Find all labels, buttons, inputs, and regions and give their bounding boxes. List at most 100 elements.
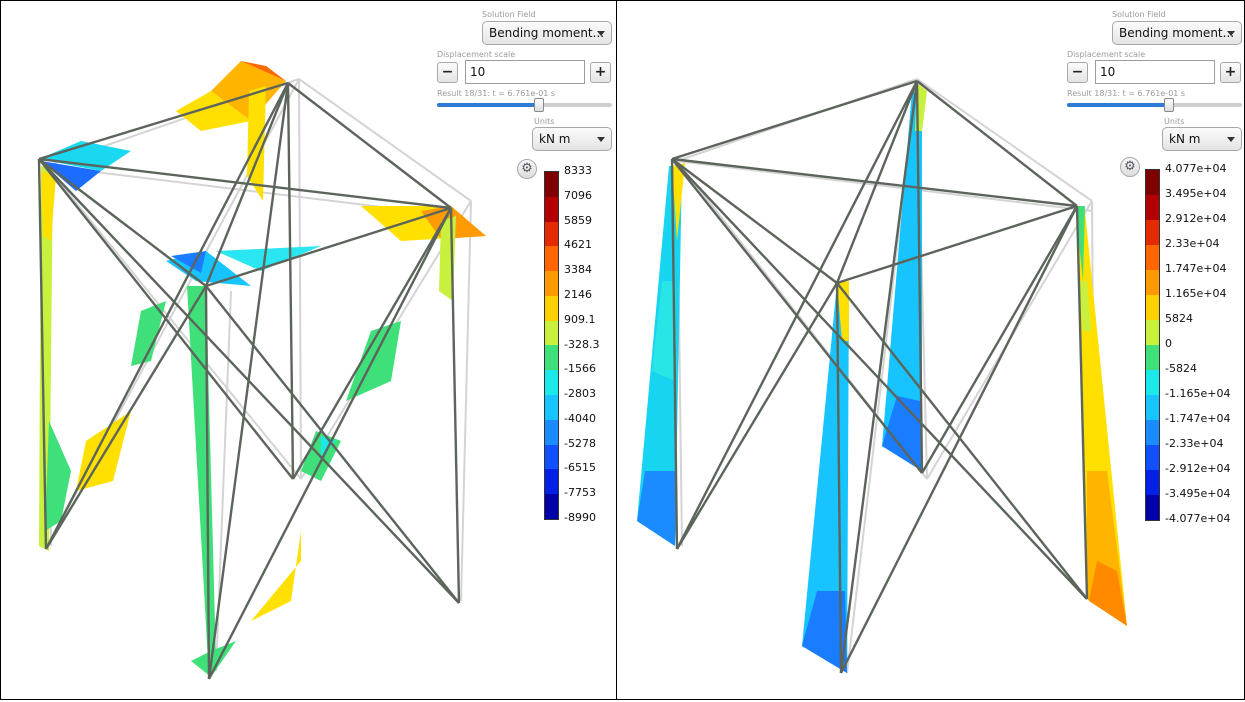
legend-swatch: [545, 196, 558, 222]
legend-swatch: [1146, 345, 1159, 370]
legend-swatch: [1146, 395, 1159, 420]
right-deformed-frame: [670, 79, 1089, 674]
solution-field-dropdown[interactable]: Bending moment...: [1112, 21, 1242, 45]
result-slider[interactable]: [1067, 98, 1242, 112]
legend-tick-label: 5824: [1165, 312, 1193, 325]
legend-tick-label: -1.165e+04: [1165, 387, 1231, 400]
legend-tick-label: -1566: [564, 362, 596, 376]
units-value: kN m: [539, 132, 571, 146]
legend-tick-label: 909.1: [564, 312, 596, 326]
legend-swatch: [1146, 220, 1159, 245]
result-slider-thumb[interactable]: [533, 98, 544, 112]
legend-tick-label: 1.747e+04: [1165, 262, 1227, 275]
result-slider[interactable]: [437, 98, 612, 112]
legend-swatch: [1146, 445, 1159, 470]
left-control-panel: Solution Field Bending moment... Displac…: [434, 7, 614, 537]
legend-tick-label: 0: [1165, 337, 1172, 350]
result-slider-fill: [437, 103, 539, 107]
decrease-scale-button[interactable]: −: [1067, 62, 1088, 83]
legend-swatch: [545, 221, 558, 247]
legend-tick-label: -4.077e+04: [1165, 512, 1231, 525]
displacement-scale-input[interactable]: 10: [465, 60, 585, 84]
displacement-scale-label: Displacement scale: [1067, 50, 1146, 59]
color-legend-bar: [544, 171, 559, 520]
legend-tick-label: -2803: [564, 387, 596, 401]
legend-tick-label: -6515: [564, 461, 596, 475]
legend-tick-label: 2.33e+04: [1165, 237, 1220, 250]
legend-swatch: [1146, 420, 1159, 445]
increase-scale-button[interactable]: +: [590, 62, 611, 83]
legend-swatch: [1146, 495, 1159, 520]
gear-icon[interactable]: ⚙: [1120, 157, 1140, 177]
legend-swatch: [545, 469, 558, 495]
legend-swatch: [545, 345, 558, 371]
right-viewport-panel[interactable]: Solution Field Bending moment... Displac…: [616, 0, 1245, 700]
legend-swatch: [1146, 270, 1159, 295]
solution-field-label: Solution Field: [482, 10, 536, 19]
legend-tick-label: 4.077e+04: [1165, 162, 1227, 175]
left-viewport-panel[interactable]: Solution Field Bending moment... Displac…: [0, 0, 617, 700]
legend-tick-label: 5859: [564, 213, 592, 227]
result-slider-thumb[interactable]: [1163, 98, 1174, 112]
result-slider-fill: [1067, 103, 1169, 107]
legend-swatch: [545, 494, 558, 519]
legend-swatch: [1146, 245, 1159, 270]
color-legend-bar: [1145, 169, 1160, 521]
increase-scale-button[interactable]: +: [1220, 62, 1241, 83]
legend-swatch: [545, 320, 558, 346]
legend-tick-label: 8333: [564, 164, 592, 177]
legend-tick-label: 1.165e+04: [1165, 287, 1227, 300]
legend-tick-label: 4621: [564, 238, 592, 252]
left-moment-diagrams: [39, 61, 486, 679]
chevron-down-icon: [597, 137, 605, 142]
legend-swatch: [545, 419, 558, 445]
units-label: Units: [1164, 117, 1185, 126]
displacement-scale-input[interactable]: 10: [1095, 60, 1215, 84]
units-value: kN m: [1169, 132, 1201, 146]
legend-tick-label: 2.912e+04: [1165, 212, 1227, 225]
units-dropdown[interactable]: kN m: [1162, 127, 1242, 151]
legend-tick-label: 3.495e+04: [1165, 187, 1227, 200]
legend-tick-label: 2146: [564, 287, 592, 301]
legend-tick-label: -328.3: [564, 337, 600, 351]
legend-swatch: [1146, 170, 1159, 195]
result-label: Result 18/31: t = 6.761e-01 s: [437, 89, 556, 98]
legend-tick-label: -8990: [564, 511, 596, 524]
legend-tick-label: -7753: [564, 486, 596, 500]
legend-swatch: [1146, 195, 1159, 220]
legend-tick-label: 3384: [564, 263, 592, 277]
right-control-panel: Solution Field Bending moment... Displac…: [1067, 7, 1244, 537]
legend-swatch: [545, 395, 558, 420]
legend-tick-label: -4040: [564, 411, 596, 425]
legend-swatch: [545, 271, 558, 296]
legend-tick-label: 7096: [564, 188, 592, 202]
chevron-down-icon: [597, 31, 605, 36]
decrease-scale-button[interactable]: −: [437, 62, 458, 83]
result-label: Result 18/31: t = 6.761e-01 s: [1067, 89, 1186, 98]
legend-tick-label: -5824: [1165, 362, 1197, 375]
legend-tick-label: -3.495e+04: [1165, 487, 1231, 500]
legend-swatch: [1146, 370, 1159, 395]
legend-tick-label: -2.33e+04: [1165, 437, 1224, 450]
legend-swatch: [545, 370, 558, 396]
units-dropdown[interactable]: kN m: [532, 127, 612, 151]
legend-swatch: [545, 246, 558, 272]
solution-field-dropdown[interactable]: Bending moment...: [482, 21, 612, 45]
chevron-down-icon: [1227, 137, 1235, 142]
solution-field-label: Solution Field: [1112, 10, 1166, 19]
legend-swatch: [1146, 320, 1159, 345]
legend-tick-label: -2.912e+04: [1165, 462, 1231, 475]
legend-swatch: [1146, 470, 1159, 495]
legend-swatch: [545, 295, 558, 321]
units-label: Units: [534, 117, 555, 126]
gear-icon[interactable]: ⚙: [517, 159, 537, 179]
legend-tick-label: -1.747e+04: [1165, 412, 1231, 425]
chevron-down-icon: [1227, 31, 1235, 36]
displacement-scale-label: Displacement scale: [437, 50, 516, 59]
solution-field-value: Bending moment...: [489, 26, 605, 40]
solution-field-value: Bending moment...: [1119, 26, 1235, 40]
legend-swatch: [545, 444, 558, 470]
legend-swatch: [1146, 295, 1159, 320]
legend-tick-label: -5278: [564, 436, 596, 450]
legend-swatch: [545, 172, 558, 197]
